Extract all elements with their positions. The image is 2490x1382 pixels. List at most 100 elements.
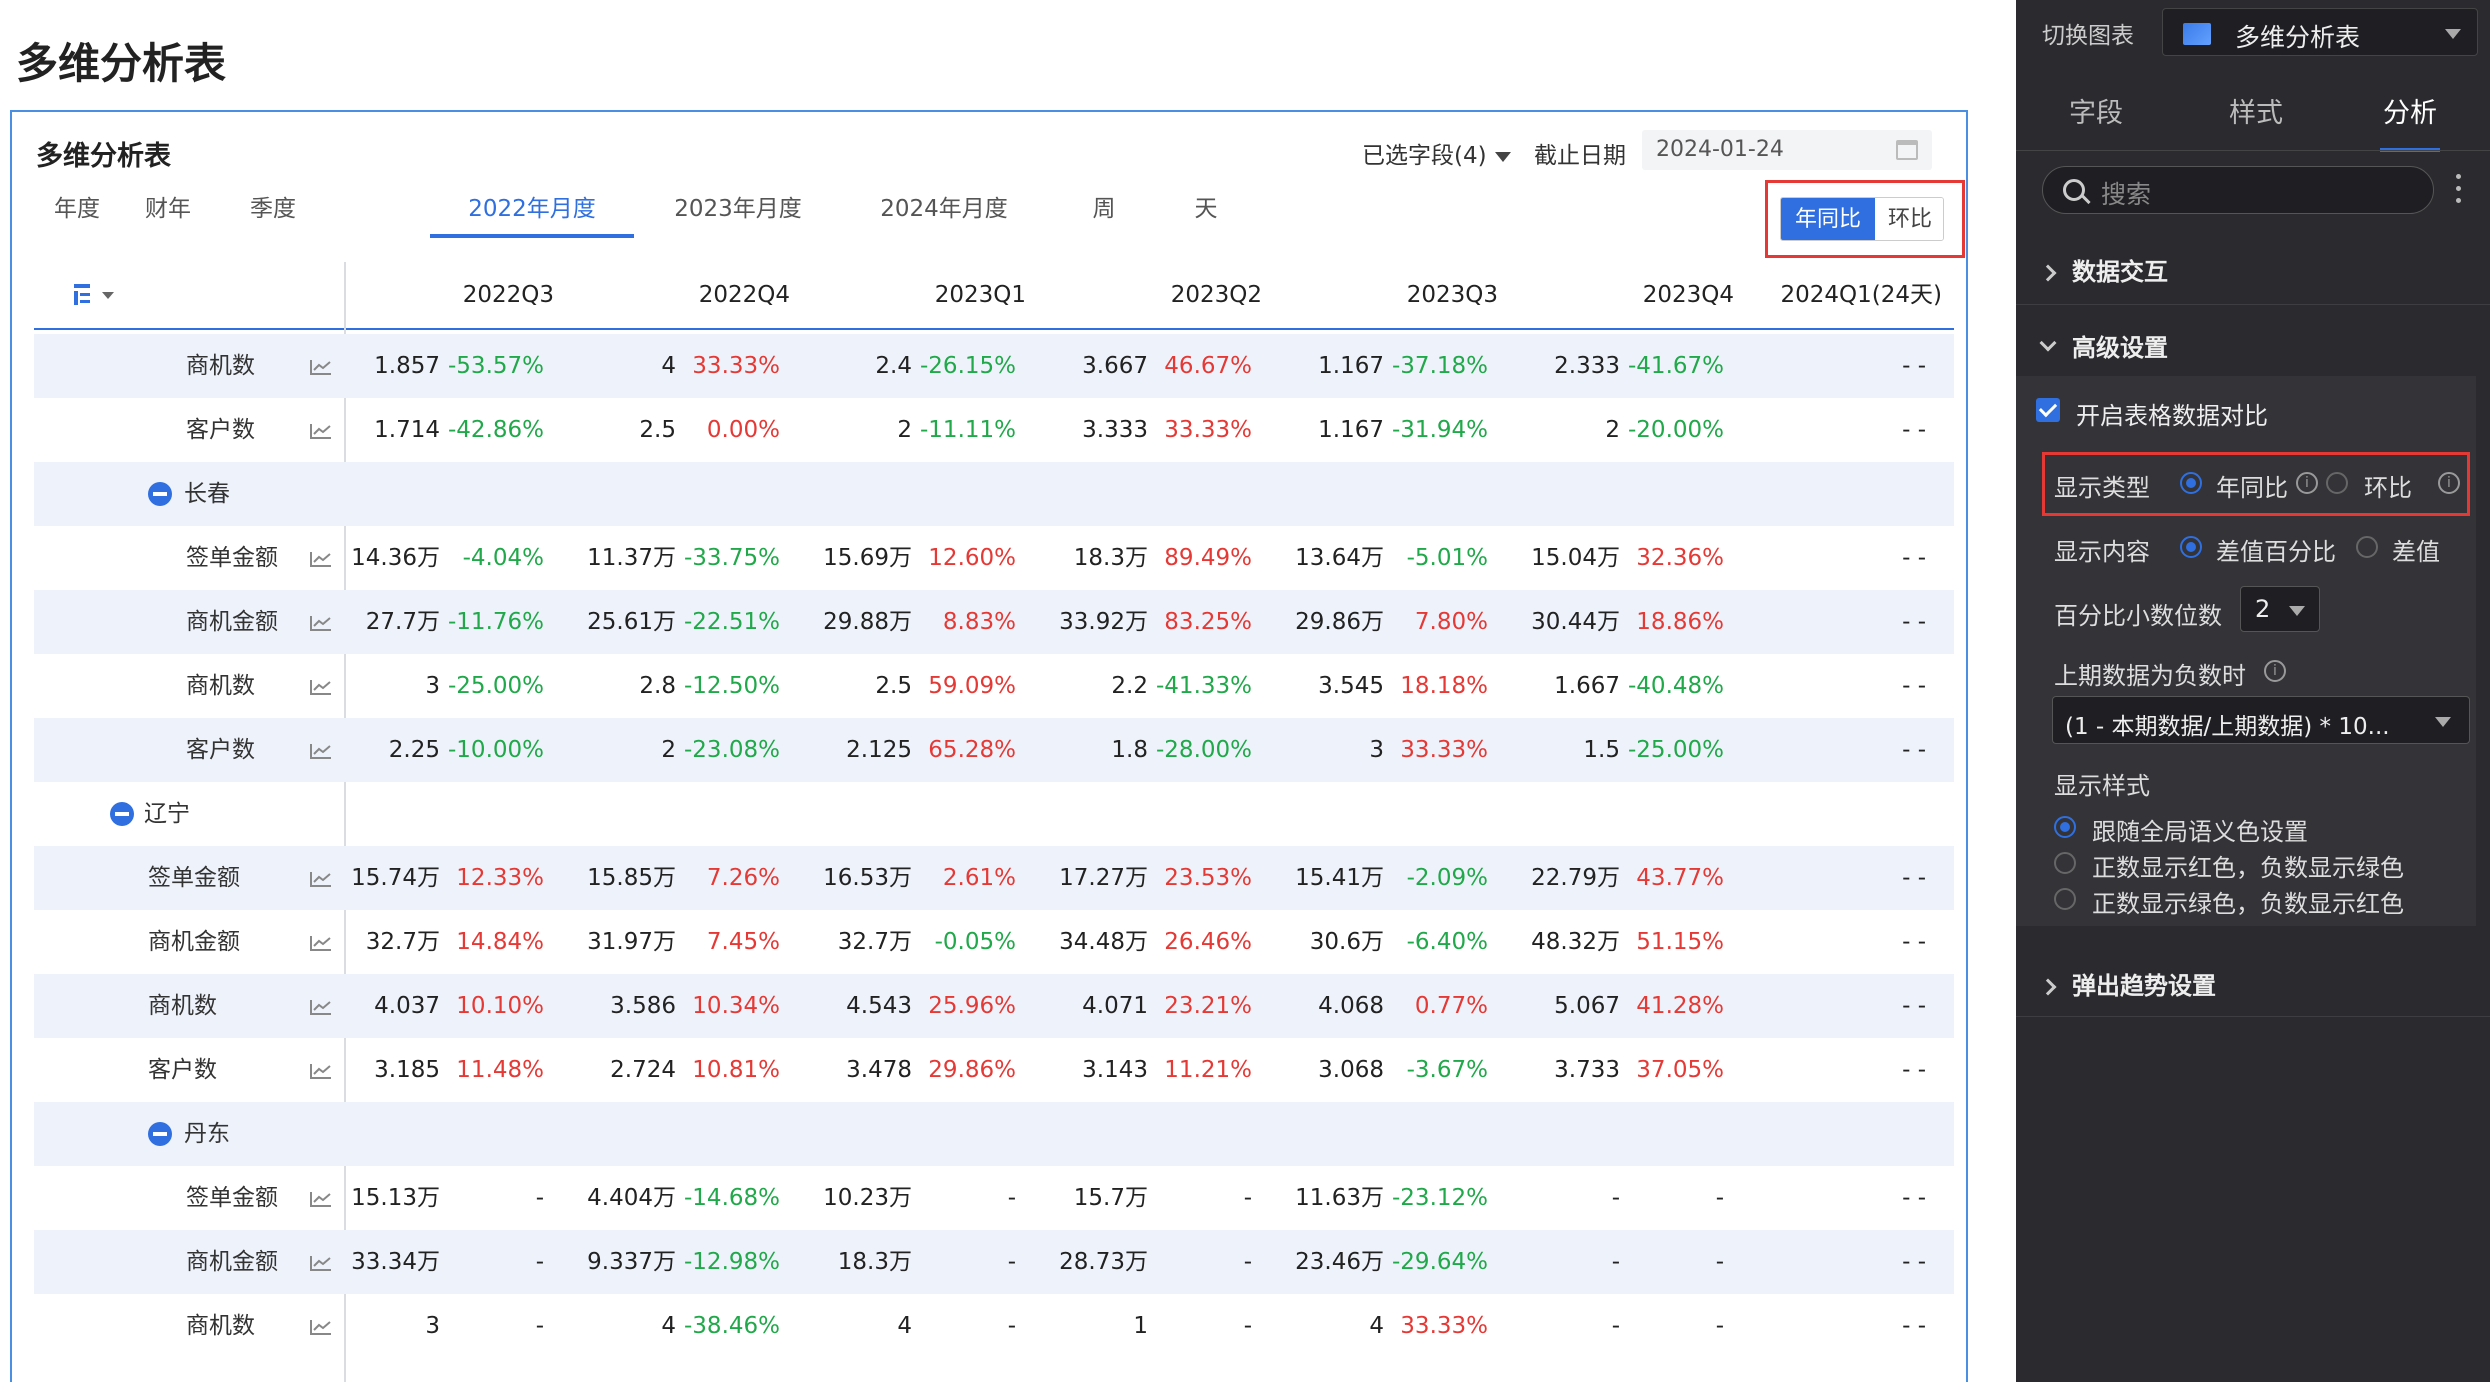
radio-style-red-positive[interactable] <box>2054 852 2076 874</box>
cell-value: 30.6万 <box>1309 929 1384 955</box>
cell-change: -6.40% <box>1406 929 1488 955</box>
table-row: 商机数 4.037 10.10% 3.586 10.34% 4.543 25.96% 4.07… <box>34 974 1954 1038</box>
info-icon[interactable]: i <box>2264 660 2286 682</box>
toggle-yoy-button[interactable]: 年同比 <box>1781 198 1875 240</box>
cell-value: 32.7万 <box>837 929 912 955</box>
table-chart-icon <box>2183 23 2211 45</box>
cell-change: -11.11% <box>920 417 1016 443</box>
negative-mode-select[interactable]: (1 - 本期数据/上期数据) * 10... <box>2052 696 2470 744</box>
decimals-select[interactable]: 2 <box>2240 586 2320 632</box>
tab-analysis[interactable]: 分析 <box>2380 92 2440 152</box>
cell-value: 3.143 <box>1082 1057 1148 1083</box>
chart-type-select[interactable]: 多维分析表 <box>2162 8 2478 56</box>
cutoff-date-value: 2024-01-24 <box>1656 137 1784 162</box>
cell-change: - <box>1715 1249 1724 1275</box>
display-type-label: 显示类型 <box>2054 474 2150 502</box>
cell-change: -33.75% <box>684 545 780 571</box>
tab-day[interactable]: 天 <box>1166 180 1246 238</box>
tab-2023-monthly[interactable]: 2023年月度 <box>636 180 840 238</box>
collapse-icon[interactable] <box>148 1122 172 1146</box>
section-data-interaction-label: 数据交互 <box>2072 258 2168 286</box>
tab-2022-monthly[interactable]: 2022年月度 <box>430 180 634 238</box>
info-icon[interactable]: i <box>2296 472 2318 494</box>
cell-value: 1.167 <box>1318 353 1384 379</box>
tab-week[interactable]: 周 <box>1064 180 1144 238</box>
enable-compare-label: 开启表格数据对比 <box>2076 402 2268 430</box>
cell-change: -5.01% <box>1406 545 1488 571</box>
cell-change: - <box>1243 1249 1252 1275</box>
search-input[interactable]: 搜索 <box>2042 166 2434 214</box>
tab-divider <box>2016 150 2490 151</box>
cell-value: 13.64万 <box>1295 545 1384 571</box>
radio-mom[interactable] <box>2326 472 2348 494</box>
cell-value: 2 <box>1605 417 1620 443</box>
caret-down-icon <box>2445 29 2461 39</box>
page-title: 多维分析表 <box>16 39 227 88</box>
compare-toggle: 年同比 环比 <box>1780 197 1944 241</box>
section-popup-trend[interactable]: 弹出趋势设置 <box>2039 966 2216 1001</box>
radio-style-green-positive[interactable] <box>2054 888 2076 910</box>
radio-diff-percent[interactable] <box>2180 536 2202 558</box>
tab-fiscal-year[interactable]: 财年 <box>118 180 218 238</box>
cell-value: 4.404万 <box>587 1185 676 1211</box>
cell-value: 4.037 <box>374 993 440 1019</box>
toggle-mom-button[interactable]: 环比 <box>1875 198 1943 240</box>
cell-change: - <box>535 1185 544 1211</box>
cell-change: -53.57% <box>448 353 544 379</box>
radio-style-green-positive-label: 正数显示绿色，负数显示红色 <box>2092 890 2404 918</box>
table-row: 商机数 1.857 -53.57% 4 33.33% 2.4 -26.15% 3.667 46.… <box>34 334 1954 398</box>
section-advanced[interactable]: 高级设置 <box>2039 328 2168 363</box>
cell-value: 25.61万 <box>587 609 676 635</box>
cell-change: 11.48% <box>456 1057 544 1083</box>
radio-style-global[interactable] <box>2054 816 2076 838</box>
tab-style[interactable]: 样式 <box>2196 92 2316 152</box>
radio-diff[interactable] <box>2356 536 2378 558</box>
cell-change: - <box>1007 1313 1016 1339</box>
cell-change: 33.33% <box>692 353 780 379</box>
cell-change: -2.09% <box>1406 865 1488 891</box>
chevron-right-icon <box>2039 978 2057 996</box>
cell-value: - - <box>1902 545 1926 571</box>
radio-yoy[interactable] <box>2180 472 2202 494</box>
more-options-icon[interactable] <box>2456 174 2464 208</box>
cell-value: 3.478 <box>846 1057 912 1083</box>
cell-change: 8.83% <box>942 609 1016 635</box>
row-label: 客户数 <box>186 417 255 443</box>
cell-value: 4.071 <box>1082 993 1148 1019</box>
cell-value: - <box>1611 1185 1620 1211</box>
cell-value: 4 <box>661 1313 676 1339</box>
tree-expand-icon[interactable] <box>72 282 118 308</box>
enable-compare-checkbox[interactable] <box>2036 398 2060 422</box>
collapse-icon[interactable] <box>148 482 172 506</box>
cell-change: -29.64% <box>1392 1249 1488 1275</box>
cell-change: 89.49% <box>1164 545 1252 571</box>
tab-year[interactable]: 年度 <box>36 180 118 238</box>
cell-value: - - <box>1902 737 1926 763</box>
tab-2024-monthly[interactable]: 2024年月度 <box>842 180 1046 238</box>
section-advanced-label: 高级设置 <box>2072 334 2168 362</box>
cell-value: 1.167 <box>1318 417 1384 443</box>
cell-value: 4 <box>897 1313 912 1339</box>
section-data-interaction[interactable]: 数据交互 <box>2039 252 2168 287</box>
cell-change: -25.00% <box>448 673 544 699</box>
cell-change: 7.80% <box>1414 609 1488 635</box>
caret-down-icon <box>2435 717 2451 727</box>
cell-change: -25.00% <box>1628 737 1724 763</box>
tab-quarter[interactable]: 季度 <box>218 180 328 238</box>
collapse-icon[interactable] <box>110 802 134 826</box>
cell-change: 33.33% <box>1164 417 1252 443</box>
cutoff-date-picker[interactable]: 2024-01-24 <box>1642 130 1932 170</box>
field-selector[interactable]: 已选字段(4) <box>1362 136 1511 170</box>
info-icon[interactable]: i <box>2438 472 2460 494</box>
section-divider <box>2016 1016 2490 1017</box>
tab-fields[interactable]: 字段 <box>2036 92 2156 152</box>
cell-value: - - <box>1902 865 1926 891</box>
display-style-label: 显示样式 <box>2054 772 2150 800</box>
column-header: 2023Q3 <box>1406 282 1498 308</box>
cell-value: - - <box>1902 929 1926 955</box>
group-row: 辽宁 <box>34 782 1954 846</box>
cell-value: - - <box>1902 993 1926 1019</box>
cell-value: 27.7万 <box>365 609 440 635</box>
row-label: 签单金额 <box>148 865 240 891</box>
cell-change: -10.00% <box>448 737 544 763</box>
